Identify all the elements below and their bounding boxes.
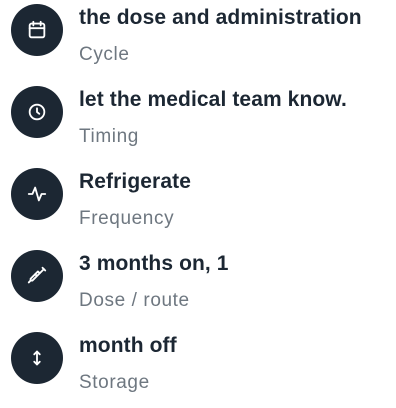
- detail-subtitle: Timing: [79, 126, 139, 147]
- detail-title: let the medical team know.: [79, 88, 347, 111]
- detail-title: month off: [79, 334, 177, 357]
- detail-list: the dose and administration Cycle let th…: [0, 0, 396, 396]
- clock-icon: [28, 103, 46, 121]
- calendar-icon: [28, 20, 46, 39]
- detail-title: 3 months on, 1: [79, 252, 229, 275]
- pulse-icon-badge: [11, 168, 63, 220]
- calendar-icon-badge: [11, 4, 63, 56]
- pulse-icon: [27, 186, 47, 202]
- vertical-arrows-icon-badge: [11, 332, 63, 384]
- detail-title: Refrigerate: [79, 170, 191, 193]
- syringe-icon-badge: [11, 250, 63, 302]
- detail-row-timing: let the medical team know. Timing: [0, 82, 396, 162]
- vertical-arrows-icon: [33, 350, 41, 366]
- detail-title: the dose and administration: [79, 6, 362, 29]
- detail-subtitle: Cycle: [79, 44, 130, 65]
- detail-subtitle: Storage: [79, 372, 150, 393]
- detail-row-storage: month off Storage: [0, 328, 396, 408]
- detail-row-frequency: Refrigerate Frequency: [0, 164, 396, 244]
- detail-row-dose-route: 3 months on, 1 Dose / route: [0, 246, 396, 326]
- detail-row-cycle: the dose and administration Cycle: [0, 0, 396, 80]
- detail-subtitle: Frequency: [79, 208, 175, 229]
- syringe-icon: [27, 266, 47, 284]
- clock-icon-badge: [11, 86, 63, 138]
- detail-subtitle: Dose / route: [79, 290, 190, 311]
